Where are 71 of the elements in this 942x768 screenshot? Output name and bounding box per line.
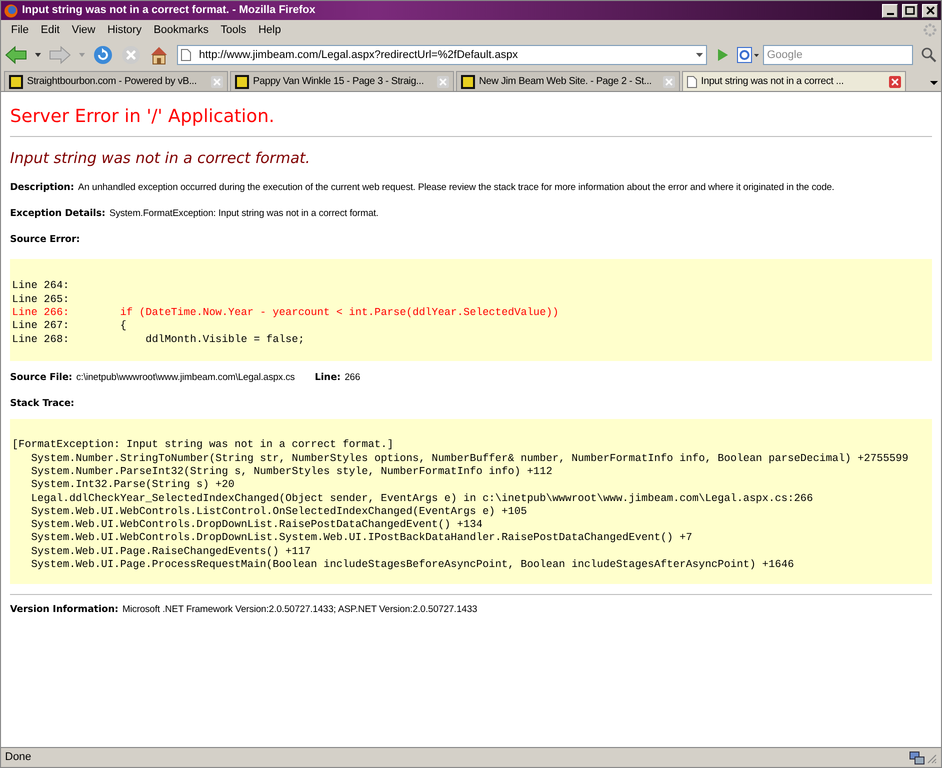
field-text: c:\inetpub\wwwroot\www.jimbeam.com\Legal.aspx.cs (76, 370, 295, 385)
stack-line: System.Number.StringToNumber(String str, NumberStyles options, NumberBuffer& number, NumberFormatInfo info, Boolean parseDecimal) +2755599 (30, 452, 910, 466)
menu-item[interactable]: Edit (34, 22, 66, 38)
stack-line: System.Int32.Parse(String s) +20 (30, 479, 236, 493)
dropdown-caret-icon[interactable] (35, 53, 41, 57)
favicon-icon (235, 74, 249, 88)
stack-line: System.Web.UI.Page.ProcessRequestMain(Boolean includeStagesBeforeAsyncPoint, Boolean includeStagesAfterAsyncPoint) +1646 (30, 559, 795, 572)
section-label: Source Error: (10, 234, 80, 246)
page-icon (687, 76, 697, 88)
network-icon (909, 750, 925, 764)
resize-grip-icon[interactable] (925, 752, 937, 764)
forward-arrow-icon (49, 45, 71, 65)
code-line: Line 266: if (DateTime.Now.Year - yearcount < int.Parse(ddlYear.SelectedValue)) (12, 306, 560, 320)
field-text: Microsoft .NET Framework Version:2.0.50727.1433; ASP.NET Version:2.0.50727.1433 (122, 603, 478, 618)
search-engine-icon[interactable] (737, 47, 759, 63)
browser-tab[interactable]: Input string was not in a correct ... (682, 71, 906, 91)
code-line: Line 267: { (12, 320, 128, 334)
field-text: System.FormatException: Input string was not in a correct format. (109, 206, 378, 221)
menu-item[interactable]: History (101, 22, 148, 38)
minimize-icon (886, 13, 894, 15)
page-heading: Server Error in '/' Application. (10, 106, 276, 128)
browser-tab[interactable]: Straightbourbon.com - Powered by vB... (4, 71, 228, 91)
dropdown-caret-icon (79, 53, 85, 57)
menu-item[interactable]: Tools (214, 22, 252, 38)
field-label: Line: (314, 370, 341, 385)
dropdown-caret-icon[interactable] (696, 53, 703, 57)
url-text: http://www.jimbeam.com/Legal.aspx?redirectUrl=%2fDefault.aspx (199, 48, 519, 63)
stack-line: [FormatException: Input string was not in a correct format.] (12, 439, 394, 453)
page-icon (181, 49, 191, 61)
home-icon[interactable] (149, 45, 169, 65)
stack-line: System.Web.UI.WebControls.DropDownList.RaisePostDataChangedEvent() +134 (30, 519, 484, 532)
code-line: Line 268: ddlMonth.Visible = false; (12, 334, 306, 347)
minimize-button[interactable] (882, 4, 898, 18)
url-field[interactable]: http://www.jimbeam.com/Legal.aspx?redirectUrl=%2fDefault.aspx (177, 45, 707, 65)
stack-line: System.Web.UI.WebControls.DropDownList.System.Web.UI.IPostBackDataHandler.RaisePostDataChangedEvent() +7 (30, 532, 694, 546)
stack-line: System.Number.ParseInt32(String s, NumberStyles style, NumberFormatInfo info) +112 (30, 466, 554, 479)
firefox-icon (4, 4, 18, 18)
code-line: Line 265: (12, 294, 70, 307)
reload-icon[interactable] (93, 45, 113, 65)
field-label: Source File: (10, 370, 72, 385)
stack-line: System.Web.UI.WebControls.ListControl.OnSelectedIndexChanged(EventArgs e) +105 (30, 506, 528, 519)
field-label: Exception Details: (10, 206, 106, 221)
stack-line: System.Web.UI.Page.RaiseChangedEvents() +117 (30, 546, 312, 559)
field-text: An unhandled exception occurred during the execution of the current web request. Please review the stack trace for more information about the error and where it originated in the code. (78, 180, 834, 195)
status-text: Done (5, 750, 32, 766)
close-button[interactable] (922, 4, 938, 18)
back-arrow-icon[interactable] (5, 45, 27, 65)
error-subheading: Input string was not in a correct format. (10, 148, 312, 167)
browser-tab[interactable]: Pappy Van Winkle 15 - Page 3 - Straig... (230, 71, 454, 91)
field-text: 266 (344, 370, 360, 385)
code-line: Line 264: (12, 280, 70, 294)
window-title: Input string was not in a correct format. - Mozilla Firefox (22, 3, 316, 18)
search-field[interactable]: Google (763, 45, 913, 65)
menu-item[interactable]: Help (252, 22, 287, 38)
field-label: Version Information: (10, 603, 118, 618)
field-label: Description: (10, 180, 74, 195)
stop-icon (121, 45, 141, 65)
stack-line: Legal.ddlCheckYear_SelectedIndexChanged(Object sender, EventArgs e) in c:\inetpub\wwwroot\www.jimbeam.com\Legal.aspx.cs:266 (30, 492, 814, 506)
favicon-icon (461, 74, 475, 88)
throbber-icon (923, 23, 937, 37)
menu-item[interactable]: File (5, 22, 35, 38)
menu-item[interactable]: View (66, 22, 102, 38)
maximize-icon (905, 6, 915, 15)
menu-item[interactable]: Bookmarks (148, 22, 215, 38)
close-tab-icon[interactable] (889, 76, 901, 88)
favicon-icon (9, 74, 23, 88)
maximize-button[interactable] (902, 4, 918, 18)
close-icon (926, 6, 934, 15)
browser-tab[interactable]: New Jim Beam Web Site. - Page 2 - St... (456, 71, 680, 91)
search-icon[interactable] (921, 47, 937, 63)
section-label: Stack Trace: (10, 398, 74, 410)
